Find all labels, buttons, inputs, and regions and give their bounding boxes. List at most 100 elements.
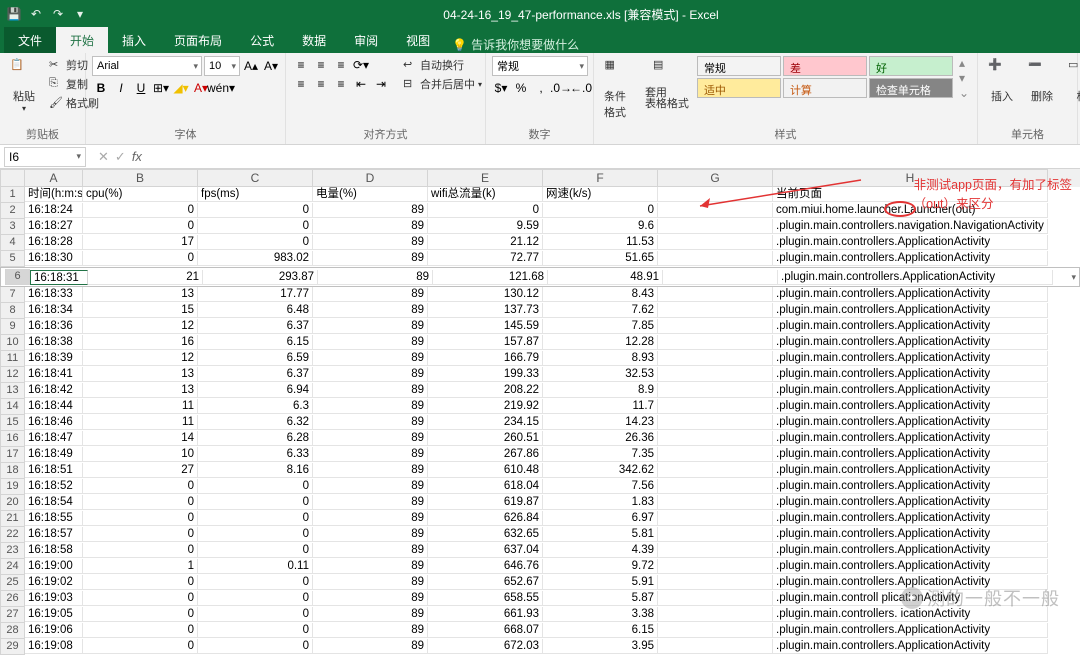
cell[interactable]: .plugin.main.controllers.ApplicationActi… <box>773 367 1048 382</box>
cell[interactable] <box>658 287 773 302</box>
cell[interactable]: 668.07 <box>428 623 543 638</box>
tab-view[interactable]: 视图 <box>392 27 444 53</box>
cell[interactable]: 0 <box>83 219 198 234</box>
row-header[interactable]: 22 <box>0 527 25 543</box>
row-header[interactable]: 20 <box>0 495 25 511</box>
cell[interactable]: .plugin.main.controllers.ApplicationActi… <box>778 270 1053 285</box>
cell[interactable]: 7.35 <box>543 447 658 462</box>
inc-decimal-icon[interactable]: .0→ <box>552 79 570 97</box>
cell[interactable]: 3.38 <box>543 607 658 622</box>
cell[interactable] <box>658 463 773 478</box>
tab-layout[interactable]: 页面布局 <box>160 27 236 53</box>
cell[interactable]: 0 <box>83 511 198 526</box>
style-bad[interactable]: 差 <box>783 56 867 76</box>
cell[interactable] <box>658 235 773 250</box>
underline-button[interactable]: U <box>132 79 150 97</box>
cell[interactable]: 632.65 <box>428 527 543 542</box>
cell[interactable]: 89 <box>313 511 428 526</box>
tab-formula[interactable]: 公式 <box>236 27 288 53</box>
merge-center-button[interactable]: ⊟合并后居中▾ <box>400 75 485 93</box>
cell[interactable]: 16:18:33 <box>25 287 83 302</box>
cell[interactable]: 89 <box>313 335 428 350</box>
align-left-icon[interactable]: ≡ <box>292 75 310 93</box>
cell[interactable]: .plugin.main.controllers.ApplicationActi… <box>773 559 1048 574</box>
cell[interactable]: 电量(%) <box>313 187 428 202</box>
row-header[interactable]: 17 <box>0 447 25 463</box>
row-header[interactable]: 3 <box>0 219 25 235</box>
row-header[interactable]: 19 <box>0 479 25 495</box>
cell[interactable]: .plugin.main.controllers.ApplicationActi… <box>773 399 1048 414</box>
cell[interactable] <box>663 270 778 285</box>
cell[interactable]: 网速(k/s) <box>543 187 658 202</box>
cell[interactable]: 0 <box>198 527 313 542</box>
cell[interactable]: 16:18:38 <box>25 335 83 350</box>
style-normal[interactable]: 常规 <box>697 56 781 76</box>
cell[interactable]: 17.77 <box>198 287 313 302</box>
cell[interactable]: 0 <box>198 495 313 510</box>
cell[interactable]: 0 <box>198 607 313 622</box>
cell[interactable]: 0 <box>83 591 198 606</box>
format-cells-button[interactable]: ▭格 <box>1064 56 1080 106</box>
cancel-icon[interactable]: ✕ <box>98 149 109 165</box>
table-format-button[interactable]: ▤套用 表格格式 <box>641 56 693 112</box>
cell[interactable]: 89 <box>313 543 428 558</box>
cell[interactable]: 21.12 <box>428 235 543 250</box>
cell[interactable]: .plugin.main.controllers.ApplicationActi… <box>773 447 1048 462</box>
cell[interactable]: 0 <box>83 495 198 510</box>
currency-icon[interactable]: $▾ <box>492 79 510 97</box>
cell[interactable]: 637.04 <box>428 543 543 558</box>
fill-color-button[interactable]: ◢▾ <box>172 79 190 97</box>
cell[interactable]: 21 <box>88 270 203 285</box>
cell[interactable]: 0 <box>198 219 313 234</box>
cell[interactable] <box>658 251 773 266</box>
cell[interactable]: 234.15 <box>428 415 543 430</box>
cell[interactable]: .plugin.main.controllers.ApplicationActi… <box>773 319 1048 334</box>
cell[interactable]: .plugin.main.controllers. icationActivit… <box>773 607 1048 622</box>
row-header[interactable]: 1 <box>0 187 25 203</box>
cell[interactable]: 32.53 <box>543 367 658 382</box>
cell[interactable]: 16:18:41 <box>25 367 83 382</box>
cell[interactable]: 672.03 <box>428 639 543 654</box>
cell[interactable]: 11.7 <box>543 399 658 414</box>
cell[interactable]: 0 <box>198 639 313 654</box>
cell[interactable]: 626.84 <box>428 511 543 526</box>
cell[interactable]: 3.95 <box>543 639 658 654</box>
row-header[interactable]: 21 <box>0 511 25 527</box>
cell[interactable]: .plugin.main.controllers.ApplicationActi… <box>773 335 1048 350</box>
cell[interactable]: 5.87 <box>543 591 658 606</box>
insert-cells-button[interactable]: ➕插入 <box>984 56 1020 106</box>
cell[interactable] <box>658 187 773 202</box>
cell[interactable]: 8.9 <box>543 383 658 398</box>
cell[interactable]: com.miui.home.launcher.Launcher(out) <box>773 203 1048 218</box>
cell[interactable]: 16:18:34 <box>25 303 83 318</box>
row-header[interactable]: 9 <box>0 319 25 335</box>
cell[interactable]: cpu(%) <box>83 187 198 202</box>
cell[interactable]: 16:19:05 <box>25 607 83 622</box>
cell[interactable]: 16:18:49 <box>25 447 83 462</box>
cell[interactable]: 6.59 <box>198 351 313 366</box>
style-more-icon[interactable]: ⌄ <box>959 86 969 100</box>
cell[interactable]: .plugin.main.controllers.ApplicationActi… <box>773 463 1048 478</box>
cell[interactable]: 9.59 <box>428 219 543 234</box>
cond-format-button[interactable]: ▦条件格式 <box>600 56 637 122</box>
cell[interactable] <box>658 623 773 638</box>
cell[interactable]: .plugin.main.controllers.ApplicationActi… <box>773 303 1048 318</box>
cell[interactable]: 0 <box>83 527 198 542</box>
cell[interactable]: 0 <box>83 251 198 266</box>
cell[interactable]: 89 <box>313 607 428 622</box>
cell[interactable]: 7.62 <box>543 303 658 318</box>
cell[interactable]: 16:18:42 <box>25 383 83 398</box>
cell[interactable]: .plugin.main.controll plicationActivity <box>773 591 1048 606</box>
row-header[interactable]: 14 <box>0 399 25 415</box>
number-format-select[interactable]: 常规 <box>492 56 588 76</box>
fx-icon[interactable]: fx <box>132 149 142 164</box>
cell[interactable]: 9.72 <box>543 559 658 574</box>
cell[interactable]: 16:19:06 <box>25 623 83 638</box>
cell[interactable]: 8.93 <box>543 351 658 366</box>
cell[interactable]: 89 <box>313 203 428 218</box>
increase-font-icon[interactable]: A▴ <box>242 57 260 75</box>
cell[interactable]: 89 <box>313 303 428 318</box>
qat-customize-icon[interactable]: ▾ <box>72 6 88 22</box>
row-header[interactable]: 16 <box>0 431 25 447</box>
cell[interactable]: 260.51 <box>428 431 543 446</box>
